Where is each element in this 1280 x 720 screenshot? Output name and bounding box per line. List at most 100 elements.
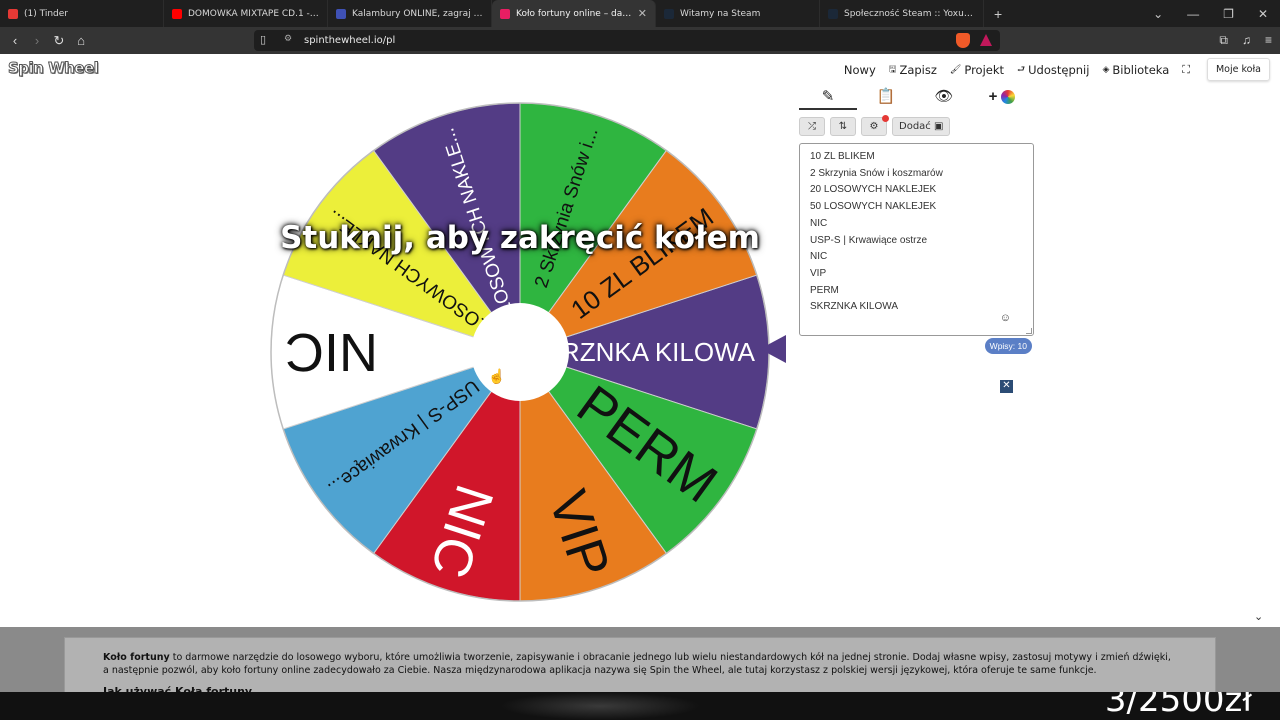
entry-line: PERM <box>810 284 839 296</box>
menu-project-label: Projekt <box>964 62 1005 77</box>
window-controls: ⌄ — ❐ ✕ <box>1153 7 1280 21</box>
entry-line: NIC <box>810 217 828 229</box>
sort-button[interactable]: ⇅ <box>830 117 856 136</box>
menu-save-label: Zapisz <box>899 62 937 77</box>
entries-list: 10 ZL BLIKEM 2 Skrzynia Snów i koszmarów 2… <box>810 149 1023 316</box>
clipboard-icon: 📋 <box>876 88 896 105</box>
entry-line: 2 Skrzynia Snów i koszmarów <box>810 167 943 179</box>
wheel-hub[interactable] <box>471 303 569 401</box>
media-icon[interactable]: ♫ <box>1242 33 1251 48</box>
add-wheel-tab[interactable]: + <box>973 84 1031 110</box>
top-menu: Nowy 🖫 Zapisz 🖌 Projekt ⮐ Udostępnij ◈ Bibli… <box>831 58 1270 81</box>
shuffle-button[interactable]: ⤮ <box>799 117 825 136</box>
emoji-icon[interactable]: ☺ <box>1000 310 1011 327</box>
menu-new[interactable]: Nowy <box>844 63 876 77</box>
tab-title: Społeczność Steam :: Yoxumi :: Ekwipunek <box>844 8 975 19</box>
browser-tab-bar: (1) Tinder DOMÓWKA MIXTAPE CD.1 - YouTube… <box>0 0 1280 27</box>
home-icon[interactable]: ⌂ <box>70 33 92 48</box>
reload-icon[interactable]: ↻ <box>48 33 70 49</box>
pencil-icon: ✎ <box>821 88 835 105</box>
entries-textarea[interactable]: 10 ZL BLIKEM 2 Skrzynia Snów i koszmarów 2… <box>799 143 1034 336</box>
tab-favicon-icon <box>172 8 182 19</box>
ad-close-icon[interactable]: ✕ <box>1000 380 1013 393</box>
browser-tab[interactable]: DOMÓWKA MIXTAPE CD.1 - YouTube <box>164 0 328 27</box>
edit-tab[interactable]: ✎ <box>799 84 857 110</box>
tab-title: Witamy na Steam <box>680 8 761 19</box>
wheel[interactable]: SKRZNKA KILOWA PERM VIP NIC USP-S | Krwawiąc… <box>270 102 770 602</box>
entry-line: 20 LOSOWYCH NAKLEJEK <box>810 184 937 196</box>
my-wheels-button[interactable]: Moje koła <box>1206 58 1270 81</box>
entry-line: VIP <box>810 267 827 279</box>
site-logo[interactable]: Spin Wheel <box>7 59 99 78</box>
browser-tab[interactable]: Koło fortuny online – darmowe losowanie ✕ <box>492 0 656 27</box>
entry-line: USP-S | Krwawiące ostrze <box>810 234 928 246</box>
new-tab-button[interactable]: + <box>984 6 1012 22</box>
close-window-icon[interactable]: ✕ <box>1258 7 1268 21</box>
menu-share[interactable]: ⮐ Udostępnij <box>1017 62 1089 78</box>
hide-tab[interactable]: 👁 <box>915 84 973 110</box>
bookmark-icon[interactable]: ▯ <box>260 33 266 46</box>
notification-dot <box>882 115 889 122</box>
address-bar[interactable]: ▯ ⚙ spinthewheel.io/pl <box>254 30 1000 51</box>
menu-library[interactable]: ◈ Biblioteka <box>1102 63 1169 77</box>
info-brand: Koło fortuny <box>103 652 170 663</box>
entries-count-badge: Wpisy: 10 <box>984 338 1032 354</box>
results-tab[interactable]: 📋 <box>857 84 915 110</box>
share-icon: ⮐ <box>1017 64 1026 75</box>
stream-overlay-bar: 3/2500zł <box>0 692 1280 720</box>
settings-button[interactable]: ⚙ <box>861 115 889 136</box>
tab-list-icon[interactable]: ⌄ <box>1153 7 1163 21</box>
browser-tab[interactable]: Witamy na Steam <box>656 0 820 27</box>
site-info-icon[interactable]: ⚙ <box>284 34 292 44</box>
entry-line: 10 ZL BLIKEM <box>810 151 875 162</box>
menu-new-label: Nowy <box>843 62 876 77</box>
save-icon: 🖫 <box>888 64 897 75</box>
tab-favicon-icon <box>828 8 838 19</box>
color-wheel-icon <box>1001 90 1016 105</box>
chevron-down-icon[interactable]: ⌄ <box>1254 610 1263 623</box>
browser-tab[interactable]: Społeczność Steam :: Yoxumi :: Ekwipunek <box>820 0 984 27</box>
panel-buttons: ⤮ ⇅ ⚙ Dodać ▣ <box>799 115 1034 136</box>
tab-title: Koło fortuny online – darmowe losowanie <box>516 8 632 19</box>
back-icon[interactable]: ‹ <box>4 33 26 48</box>
add-image-label: Dodać <box>899 121 931 132</box>
panel-tabs: ✎ 📋 👁 + <box>799 84 1034 110</box>
tab-title: (1) Tinder <box>24 8 68 19</box>
menu-save[interactable]: 🖫 Zapisz <box>889 62 937 78</box>
forward-icon[interactable]: › <box>26 33 48 48</box>
eye-slash-icon: 👁 <box>934 88 954 105</box>
tab-favicon-icon <box>336 8 346 19</box>
brave-shield-icon[interactable] <box>956 33 970 48</box>
wheel-segment-label: NIC <box>285 322 378 382</box>
entries-panel: ✎ 📋 👁 + ⤮ ⇅ ⚙ Dodać ▣ 10 ZL BLIKEM 2 Skrz… <box>799 84 1034 354</box>
browser-tab[interactable]: (1) Tinder <box>0 0 164 27</box>
browser-tab[interactable]: Kalambury ONLINE, zagraj - Kurnik <box>328 0 492 27</box>
info-text: to darmowe narzędzie do losowego wyboru,… <box>103 652 1171 676</box>
menu-share-label: Udostępnij <box>1028 62 1090 77</box>
tab-close-icon[interactable]: ✕ <box>638 7 647 20</box>
overlay-decoration <box>500 692 700 720</box>
layers-icon: ◈ <box>1102 64 1110 75</box>
tab-favicon-icon <box>664 8 674 19</box>
gear-icon: ⚙ <box>869 121 879 132</box>
add-image-button[interactable]: Dodać ▣ <box>892 117 951 136</box>
browser-toolbar: ‹ › ↻ ⌂ ▯ ⚙ spinthewheel.io/pl ⧉ ♫ ≡ <box>0 27 1280 54</box>
hand-cursor-icon: ☝ <box>488 368 506 384</box>
tab-favicon-icon <box>8 8 18 19</box>
wheel-svg[interactable]: SKRZNKA KILOWAPERMVIPNICUSP-S | Krwawiąc… <box>270 102 770 602</box>
menu-icon[interactable]: ≡ <box>1265 33 1272 48</box>
entry-line: SKRZNKA KILOWA <box>810 301 898 313</box>
menu-library-label: Biblioteka <box>1112 62 1170 77</box>
tab-favicon-icon <box>500 8 510 19</box>
fullscreen-icon: ⛶ <box>1182 62 1190 76</box>
info-paragraph: Koło fortuny to darmowe narzędzie do los… <box>103 651 1177 677</box>
rewards-icon[interactable] <box>980 34 992 46</box>
restore-icon[interactable]: ❐ <box>1223 7 1234 21</box>
toolbar-right: ⧉ ♫ ≡ <box>1219 33 1272 48</box>
fullscreen-button[interactable]: ⛶ <box>1182 63 1193 77</box>
menu-project[interactable]: 🖌 Projekt <box>950 63 1004 77</box>
minimize-icon[interactable]: — <box>1187 7 1199 21</box>
resize-handle[interactable] <box>1026 328 1032 334</box>
extensions-icon[interactable]: ⧉ <box>1219 33 1228 48</box>
url-text: spinthewheel.io/pl <box>304 35 396 46</box>
